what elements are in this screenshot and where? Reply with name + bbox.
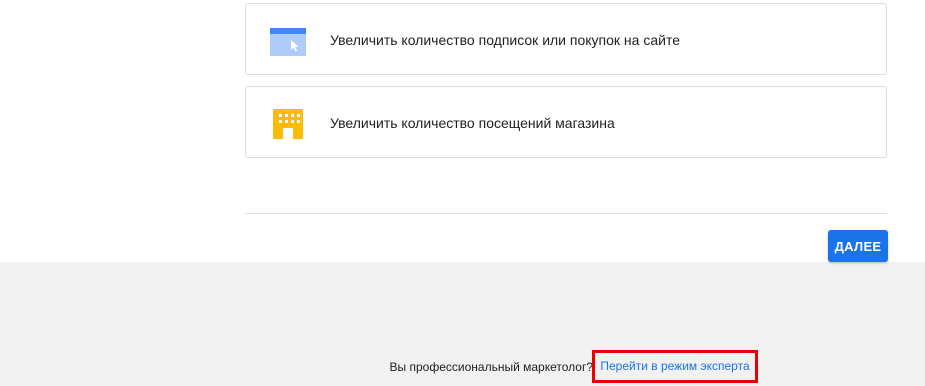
next-button[interactable]: ДАЛЕЕ [828, 230, 888, 262]
footer-question: Вы профессиональный маркетолог? [389, 360, 593, 374]
website-browser-icon [270, 28, 306, 56]
expert-mode-link[interactable]: Перейти в режим эксперта [592, 350, 758, 383]
goal-label: Увеличить количество подписок или покупо… [330, 32, 680, 48]
goal-option-website-conversions[interactable]: Увеличить количество подписок или покупо… [245, 3, 887, 75]
footer: Вы профессиональный маркетолог? Перейти … [0, 350, 925, 383]
goal-option-store-visits[interactable]: Увеличить количество посещений магазина [245, 86, 887, 158]
divider [245, 213, 887, 214]
goal-label: Увеличить количество посещений магазина [330, 115, 615, 131]
store-building-icon [273, 109, 303, 139]
